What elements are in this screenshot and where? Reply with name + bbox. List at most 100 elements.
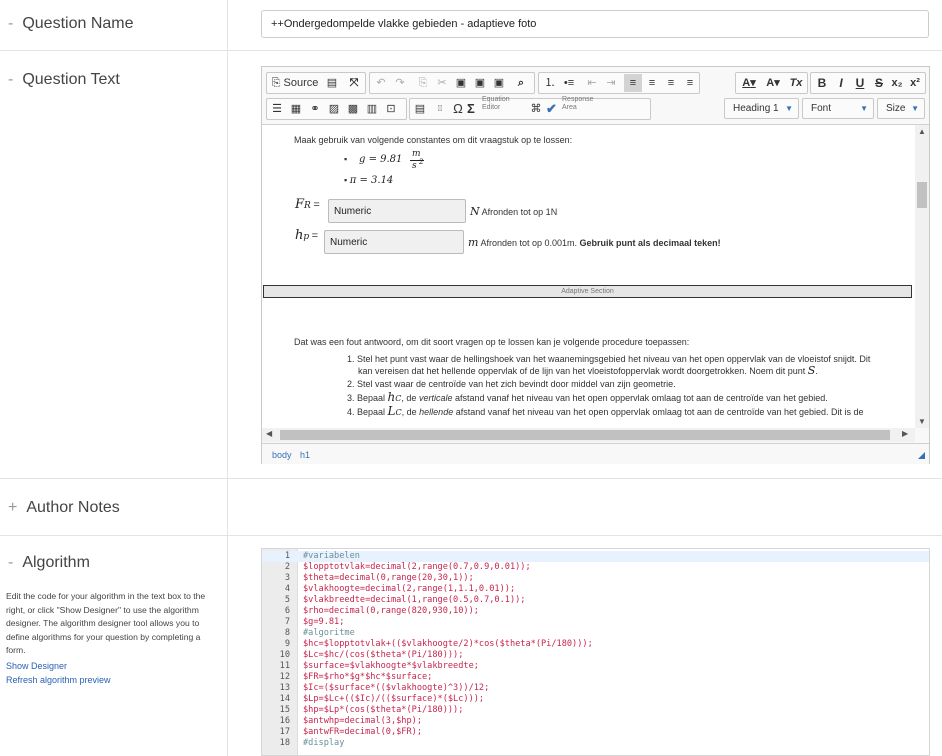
toolbar-group-basicstyles: B I U S x₂ x² [810, 72, 926, 94]
line-number: 4 [284, 584, 290, 594]
code-line[interactable]: 10 $Lc=$hc/(cos($theta*(Pi/180))); [262, 650, 929, 661]
horizontal-scrollbar[interactable]: ◀ ▶ [262, 428, 915, 442]
code-line[interactable]: 12 $FR=$rho*$g*$hc*$surface; [262, 672, 929, 683]
algorithm-help-text: Edit the code for your algorithm in the … [6, 591, 206, 655]
horizontal-scroll-thumb[interactable] [280, 430, 890, 440]
collapse-toggle[interactable]: - [8, 15, 13, 32]
size-select[interactable]: Size ▼ [877, 98, 925, 119]
algorithm-heading[interactable]: - Algorithm [8, 554, 90, 572]
collapse-toggle[interactable]: - [8, 71, 13, 88]
align-right-icon[interactable]: ≡ [662, 74, 680, 92]
response-area-button[interactable]: ✔ Response Area [546, 96, 606, 118]
outdent-icon[interactable]: ⇤ [583, 74, 601, 92]
undo-icon[interactable]: ↶ [372, 74, 390, 92]
scroll-left-icon[interactable]: ◀ [266, 429, 272, 438]
code-line[interactable]: 2 $lopptotvlak=decimal(2,range(0.7,0.9,0.… [262, 562, 929, 573]
vertical-scrollbar[interactable]: ▲ ▼ [915, 125, 929, 428]
video-icon[interactable]: ▥ [363, 100, 381, 118]
numbered-list-icon[interactable]: ⒈ [541, 74, 559, 92]
font-select[interactable]: Font ▼ [802, 98, 874, 119]
paste-icon[interactable]: ▣ [452, 74, 470, 92]
path-item-h1[interactable]: h1 [300, 450, 310, 460]
scroll-up-icon[interactable]: ▲ [918, 127, 926, 136]
hp-numeric-input[interactable]: Numeric [324, 230, 464, 254]
italic-button[interactable]: I [832, 74, 850, 92]
code-line[interactable]: 18 #display [262, 738, 929, 749]
code-text: $g=9.81; [303, 617, 345, 627]
bg-color-button[interactable]: A▾ [762, 74, 784, 92]
line-number: 3 [284, 573, 290, 583]
code-line[interactable]: 7 $g=9.81; [262, 617, 929, 628]
show-designer-link[interactable]: Show Designer [6, 661, 67, 671]
code-line[interactable]: 8 #algoritme [262, 628, 929, 639]
algorithm-code-editor[interactable]: 1 #variabelen 2 $lopptotvlak=decimal(2,rang… [261, 548, 930, 756]
clear-format-button[interactable]: Tx [786, 74, 806, 92]
code-line[interactable]: 11 $surface=$vlakhoogte*$vlakbreedte; [262, 661, 929, 672]
author-notes-heading[interactable]: + Author Notes [8, 499, 120, 517]
collapse-toggle[interactable]: - [8, 554, 13, 571]
adaptive-section-divider[interactable]: Adaptive Section [263, 285, 912, 298]
special-char-icon[interactable]: Ω [450, 100, 466, 118]
code-line[interactable]: 5 $vlakbreedte=decimal(1,range(0.5,0.7,0.… [262, 595, 929, 606]
align-left-icon[interactable]: ≡ [624, 74, 642, 92]
vertical-scroll-thumb[interactable] [917, 182, 927, 208]
expand-toggle[interactable]: + [8, 499, 17, 516]
code-line[interactable]: 15 $hp=$Lp*(cos($theta*(Pi/180))); [262, 705, 929, 716]
paste-word-icon[interactable]: ▣ [490, 74, 508, 92]
find-icon[interactable]: ⌕ [512, 74, 530, 92]
strikethrough-button[interactable]: S [870, 74, 888, 92]
fr-subscript: R [304, 201, 311, 211]
code-text: $surface=$vlakhoogte*$vlakbreedte; [303, 661, 479, 671]
source-button[interactable]: ⎘ Source [269, 74, 321, 92]
question-text-heading[interactable]: - Question Text [8, 71, 120, 89]
equation-editor-button[interactable]: Σ Equation Editor [467, 96, 527, 118]
indent-icon[interactable]: ⇥ [602, 74, 620, 92]
bulleted-list-icon[interactable]: •≡ [560, 74, 578, 92]
paste-text-icon[interactable]: ▣ [471, 74, 489, 92]
refresh-preview-link[interactable]: Refresh algorithm preview [6, 675, 111, 685]
align-center-icon[interactable]: ≡ [643, 74, 661, 92]
image-icon[interactable]: ▨ [325, 100, 343, 118]
code-line[interactable]: 17 $antwFR=decimal(0,$FR); [262, 727, 929, 738]
embed-icon[interactable]: ⊡ [382, 100, 400, 118]
redo-icon[interactable]: ↷ [391, 74, 409, 92]
code-line[interactable]: 16 $antwhp=decimal(3,$hp); [262, 716, 929, 727]
link-icon[interactable]: ⚭ [306, 100, 324, 118]
image-gallery-icon[interactable]: ▩ [344, 100, 362, 118]
subscript-button[interactable]: x₂ [888, 74, 906, 92]
bold-button[interactable]: B [813, 74, 831, 92]
code-text: $hc=$lopptotvlak+(($vlakhoogte/2)*cos($t… [303, 639, 593, 649]
code-line[interactable]: 1 #variabelen [262, 551, 929, 562]
heading-select[interactable]: Heading 1 ▼ [724, 98, 799, 119]
superscript-button[interactable]: x² [906, 74, 924, 92]
path-item-body[interactable]: body [272, 450, 292, 460]
org-chart-icon[interactable]: ⌘ [528, 100, 544, 118]
line-number: 15 [279, 705, 290, 715]
code-line[interactable]: 9 $hc=$lopptotvlak+(($vlakhoogte/2)*cos($… [262, 639, 929, 650]
fr-numeric-input[interactable]: Numeric [328, 199, 466, 223]
copy-icon[interactable]: ⎘ [414, 74, 432, 92]
maximize-icon[interactable]: ⤧ [345, 74, 363, 92]
horizontal-rule-icon[interactable]: ☰ [268, 100, 286, 118]
code-line[interactable]: 13 $Ic=($surface*(($vlakhoogte)^3))/12; [262, 683, 929, 694]
table-icon[interactable]: ▦ [287, 100, 305, 118]
scroll-right-icon[interactable]: ▶ [902, 429, 908, 438]
template-icon[interactable]: ▤ [323, 74, 341, 92]
code-line[interactable]: 3 $theta=decimal(0,range(20,30,1)); [262, 573, 929, 584]
resize-handle-icon[interactable] [918, 452, 925, 459]
font-color-button[interactable]: A▾ [738, 74, 760, 92]
line-number: 16 [279, 716, 290, 726]
editor-content[interactable]: Maak gebruik van volgende constantes om … [262, 125, 915, 428]
question-name-input[interactable]: ++Ondergedompelde vlakke gebieden - adap… [261, 10, 929, 38]
align-justify-icon[interactable]: ≡ [681, 74, 699, 92]
cut-icon[interactable]: ✂ [433, 74, 451, 92]
box-icon[interactable]: ▤ [412, 100, 428, 118]
code-text: $antwFR=decimal(0,$FR); [303, 727, 422, 737]
code-line[interactable]: 4 $vlakhoogte=decimal(2,range(1,1.1,0.01)… [262, 584, 929, 595]
scroll-down-icon[interactable]: ▼ [918, 417, 926, 426]
code-line[interactable]: 14 $Lp=$Lc+(($Ic)/(($surface)*($Lc))); [262, 694, 929, 705]
table-style-icon[interactable]: ⁞⁞ [432, 100, 448, 118]
underline-button[interactable]: U [851, 74, 869, 92]
question-name-heading[interactable]: - Question Name [8, 15, 134, 33]
code-line[interactable]: 6 $rho=decimal(0,range(820,930,10)); [262, 606, 929, 617]
